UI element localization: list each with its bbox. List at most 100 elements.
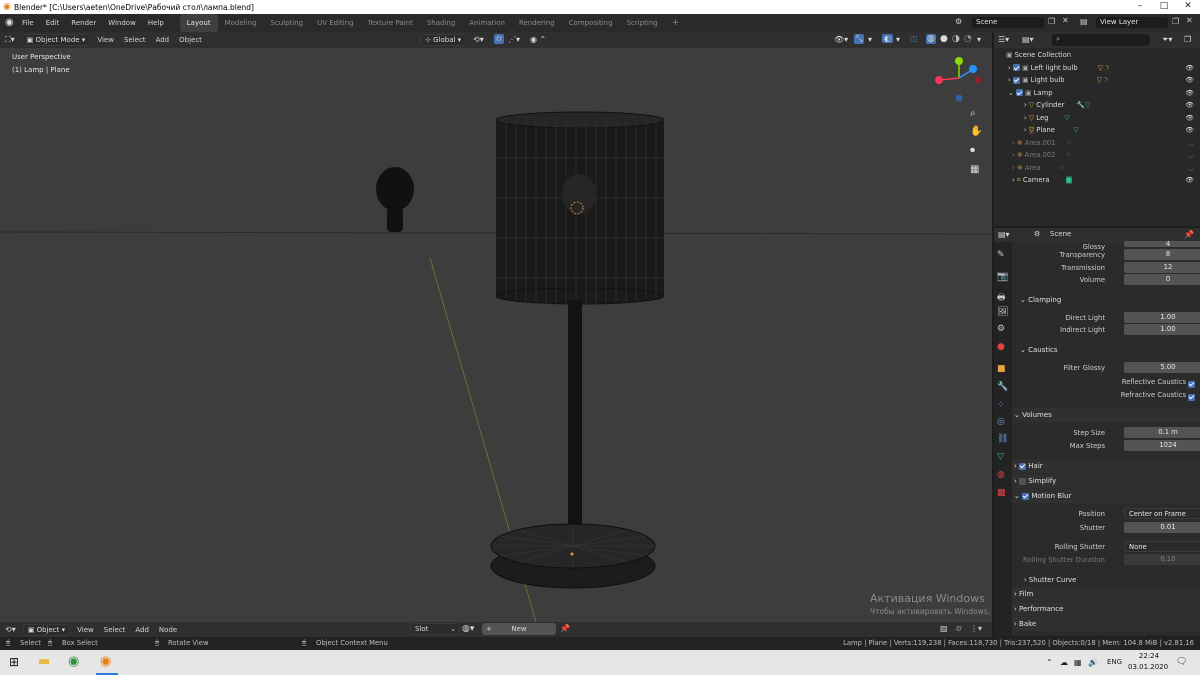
overlay-dropdown-icon[interactable]: ▾ bbox=[896, 35, 900, 44]
eye-icon[interactable]: 👁 bbox=[1185, 62, 1194, 75]
rolling-shutter-dropdown[interactable]: None⌄ bbox=[1124, 541, 1200, 552]
outliner-row-left-light-bulb[interactable]: › ▣ Left light bulb ▽☽ 👁 bbox=[994, 62, 1200, 75]
snap-mode-icon[interactable]: ⋮▾ bbox=[970, 624, 982, 633]
section-hair[interactable]: › Hair bbox=[994, 459, 1200, 473]
orientation-dropdown[interactable]: ⊹ Global ▾ bbox=[420, 34, 467, 46]
scene-tab-icon[interactable]: ⚙ bbox=[997, 324, 1005, 334]
object-type-dropdown[interactable]: ▣ Object ▾ bbox=[22, 623, 71, 636]
delete-scene-icon[interactable]: ✕ bbox=[1062, 16, 1069, 25]
expand-arrow-icon[interactable]: › bbox=[1012, 164, 1015, 172]
slot-dropdown[interactable]: Slot ⌄ bbox=[410, 623, 460, 635]
expand-arrow-icon[interactable]: › bbox=[1008, 76, 1011, 84]
perspective-toggle-icon[interactable]: ▦ bbox=[970, 164, 979, 175]
outliner-row-plane[interactable]: › ▽ Plane ▽ 👁 bbox=[994, 124, 1200, 137]
pin-icon[interactable]: 📌 bbox=[1184, 230, 1194, 239]
eye-hidden-icon[interactable]: ◡ bbox=[1188, 162, 1194, 175]
indirect-light-field[interactable]: 1.00 bbox=[1124, 324, 1200, 335]
menu-help[interactable]: Help bbox=[142, 14, 170, 32]
expand-arrow-icon[interactable]: › bbox=[1024, 114, 1027, 122]
proportional-edit-icon[interactable]: ◉ ⌃ bbox=[530, 35, 546, 44]
outliner-row-area-002[interactable]: › ✺ Area.002 ☼ ◡ bbox=[994, 149, 1200, 162]
outliner-row-camera[interactable]: › ⌗ Camera ■ 👁 bbox=[994, 174, 1200, 187]
world-tab-icon[interactable]: ● bbox=[997, 342, 1005, 352]
object-tab-icon[interactable]: ■ bbox=[997, 364, 1006, 374]
pan-hand-icon[interactable]: ✋ bbox=[970, 126, 982, 137]
editor-type-icon[interactable]: ⟲▾ bbox=[0, 622, 21, 638]
backdrop-icon[interactable]: ▨ bbox=[940, 624, 948, 633]
snap-node-icon[interactable]: ⌭ bbox=[956, 624, 962, 634]
view-layer-field[interactable]: View Layer bbox=[1096, 17, 1168, 28]
tab-shading[interactable]: Shading bbox=[420, 14, 462, 32]
tray-expand-icon[interactable]: ⌃ bbox=[1046, 650, 1053, 675]
expand-arrow-icon[interactable]: › bbox=[1008, 64, 1011, 72]
snap-target-icon[interactable]: ⋰▾ bbox=[508, 35, 520, 44]
texture-tab-icon[interactable]: ▩ bbox=[997, 488, 1006, 498]
outliner-row-light-bulb[interactable]: › ▣ Light bulb ▽☽ 👁 bbox=[994, 74, 1200, 87]
blender-menu-icon[interactable]: ◉ bbox=[5, 17, 14, 28]
eye-icon[interactable]: 👁 bbox=[1185, 87, 1194, 100]
tray-onedrive-icon[interactable]: ☁ bbox=[1060, 650, 1068, 675]
shading-rendered-icon[interactable]: ◔ bbox=[964, 34, 972, 44]
eye-icon[interactable]: 👁 bbox=[1185, 124, 1194, 137]
view-layer-icon[interactable]: ▤ bbox=[1080, 17, 1088, 26]
tray-volume-icon[interactable]: 🔊 bbox=[1088, 650, 1098, 675]
expand-arrow-icon[interactable]: › bbox=[1012, 151, 1015, 159]
tab-animation[interactable]: Animation bbox=[462, 14, 512, 32]
windows-start-icon[interactable]: ⊞ bbox=[9, 655, 19, 669]
blender-taskbar-icon[interactable]: ◉ bbox=[100, 654, 111, 669]
modifier-tab-icon[interactable]: 🔧 bbox=[997, 382, 1008, 392]
transmission-field[interactable]: 12 bbox=[1124, 262, 1200, 273]
section-simplify[interactable]: › Simplify bbox=[994, 474, 1200, 488]
new-scene-icon[interactable]: ❐ bbox=[1048, 17, 1055, 26]
eye-icon[interactable]: 👁 bbox=[1185, 74, 1194, 87]
snap-icon[interactable]: ⌭ bbox=[494, 34, 504, 44]
bottom-menu-select[interactable]: Select bbox=[99, 622, 131, 638]
reflective-caustics-checkbox[interactable] bbox=[1188, 380, 1195, 388]
section-film[interactable]: › Film bbox=[994, 587, 1200, 601]
tab-modeling[interactable]: Modeling bbox=[218, 14, 264, 32]
pivot-icon[interactable]: ⟲▾ bbox=[473, 35, 484, 44]
tab-compositing[interactable]: Compositing bbox=[562, 14, 620, 32]
properties-editor-type-icon[interactable]: ▤▾ bbox=[998, 230, 1010, 239]
exclude-checkbox[interactable] bbox=[1012, 76, 1020, 84]
tab-uv-editing[interactable]: UV Editing bbox=[310, 14, 361, 32]
maximize-button[interactable]: □ bbox=[1152, 0, 1176, 14]
delete-view-layer-icon[interactable]: ✕ bbox=[1186, 16, 1193, 25]
section-performance[interactable]: › Performance bbox=[994, 602, 1200, 616]
chrome-icon[interactable]: ◉ bbox=[68, 654, 79, 669]
exclude-checkbox[interactable] bbox=[1015, 89, 1023, 96]
display-mode-icon[interactable]: ▤▾ bbox=[1022, 35, 1034, 44]
3d-viewport[interactable]: User Perspective (1) Lamp | Plane ⌕ ✋ ⏺ … bbox=[0, 48, 992, 622]
new-material-button[interactable]: + New bbox=[482, 623, 556, 635]
file-explorer-icon[interactable]: ▬ bbox=[38, 654, 50, 669]
tab-layout[interactable]: Layout bbox=[179, 14, 218, 32]
shading-material-icon[interactable]: ◑ bbox=[952, 34, 960, 44]
outliner-editor-type-icon[interactable]: ☰▾ bbox=[998, 35, 1009, 44]
simplify-checkbox[interactable] bbox=[1019, 477, 1027, 485]
rolling-duration-field[interactable]: 0.10 bbox=[1124, 554, 1200, 565]
transparency-field[interactable]: 8 bbox=[1124, 249, 1200, 260]
particles-tab-icon[interactable]: ⁘ bbox=[997, 400, 1005, 410]
step-size-field[interactable]: 0.1 m bbox=[1124, 427, 1200, 438]
mode-dropdown[interactable]: ▣ Object Mode ▾ bbox=[21, 34, 91, 46]
tray-date[interactable]: 03.01.2020 bbox=[1128, 663, 1168, 671]
tray-language[interactable]: ENG bbox=[1107, 650, 1122, 675]
shading-solid-icon[interactable]: ● bbox=[940, 34, 948, 44]
motion-blur-checkbox[interactable] bbox=[1022, 492, 1030, 500]
section-clamping[interactable]: ⌄ Clamping bbox=[1012, 293, 1200, 307]
tray-time[interactable]: 22:24 bbox=[1132, 652, 1166, 660]
tool-tab-icon[interactable]: ✎ bbox=[997, 250, 1005, 260]
eye-icon[interactable]: 👁 bbox=[1185, 99, 1194, 112]
tab-rendering[interactable]: Rendering bbox=[512, 14, 562, 32]
expand-arrow-icon[interactable]: › bbox=[1012, 176, 1015, 184]
bottom-menu-node[interactable]: Node bbox=[154, 622, 182, 638]
bottom-menu-add[interactable]: Add bbox=[130, 622, 154, 638]
gizmo-icon[interactable]: ⤡ bbox=[854, 34, 865, 44]
add-workspace-icon[interactable]: + bbox=[665, 14, 687, 32]
position-dropdown[interactable]: Center on Frame⌄ bbox=[1124, 508, 1200, 519]
exclude-checkbox[interactable] bbox=[1012, 64, 1020, 71]
new-view-layer-icon[interactable]: ❐ bbox=[1172, 17, 1179, 26]
menu-edit[interactable]: Edit bbox=[40, 14, 66, 32]
expand-arrow-icon[interactable]: › bbox=[1024, 101, 1027, 109]
bottom-menu-view[interactable]: View bbox=[72, 622, 99, 638]
